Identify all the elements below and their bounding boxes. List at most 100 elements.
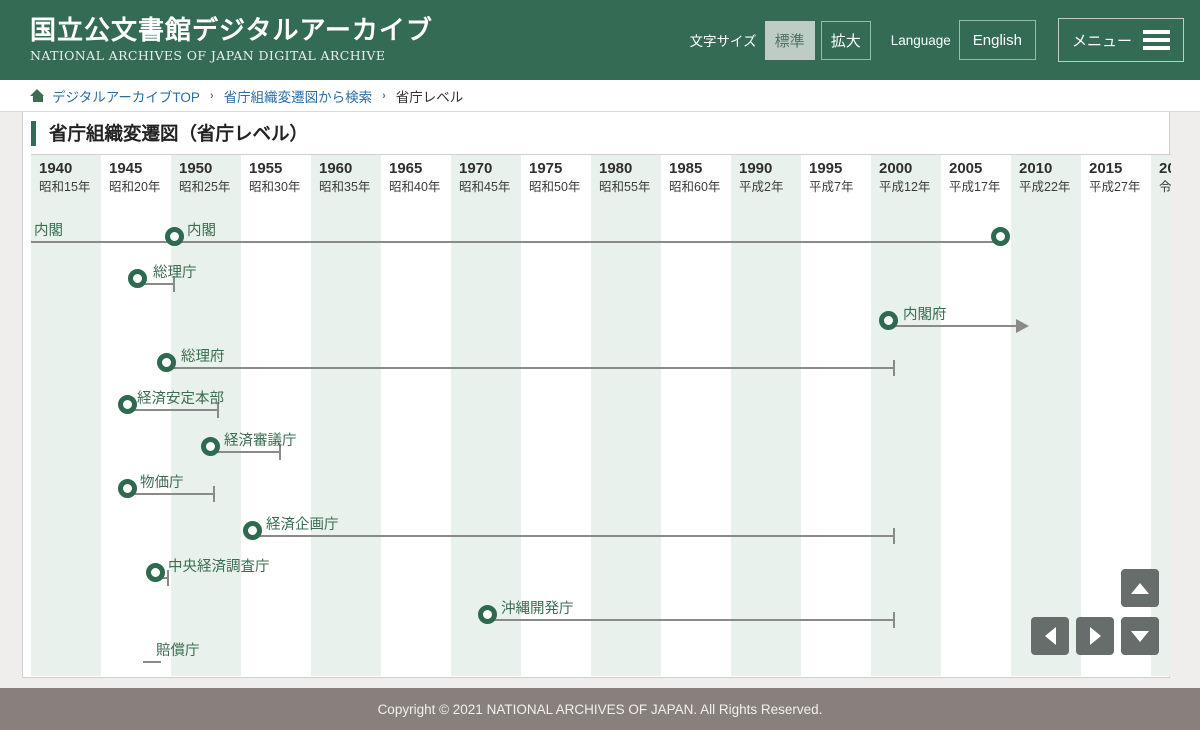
copyright-text: Copyright © 2021 NATIONAL ARCHIVES OF JA… bbox=[377, 701, 823, 717]
scroll-down-button[interactable] bbox=[1121, 617, 1159, 655]
year-western: 1945 bbox=[109, 160, 143, 177]
timeline-entry-label[interactable]: 経済審議庁 bbox=[224, 429, 297, 450]
year-western: 2015 bbox=[1089, 160, 1123, 177]
year-column-header: 2020 令和2年 bbox=[1151, 155, 1171, 204]
year-column-header: 1960 昭和35年 bbox=[311, 155, 381, 204]
year-column-header: 2000 平成12年 bbox=[871, 155, 941, 204]
year-column-header: 1970 昭和45年 bbox=[451, 155, 521, 204]
timeline-entry-label[interactable]: 中央経済調査庁 bbox=[168, 555, 270, 576]
timeline-entry-label[interactable]: 経済安定本部 bbox=[137, 387, 224, 408]
timeline-entry-line bbox=[257, 535, 893, 537]
timeline-entry-line bbox=[143, 661, 161, 663]
title-accent-bar bbox=[31, 120, 36, 146]
year-western: 1940 bbox=[39, 160, 73, 177]
timeline-entry-line bbox=[131, 409, 217, 411]
year-column-header: 2005 平成17年 bbox=[941, 155, 1011, 204]
chevron-down-icon bbox=[1131, 630, 1149, 642]
hamburger-icon bbox=[1143, 30, 1170, 50]
timeline-entry-line bbox=[131, 493, 213, 495]
breadcrumb-separator-icon: › bbox=[209, 89, 214, 102]
year-column-header: 1965 昭和40年 bbox=[381, 155, 451, 204]
year-western: 2005 bbox=[949, 160, 983, 177]
timeline-event-node[interactable] bbox=[157, 353, 176, 372]
menu-button[interactable]: メニュー bbox=[1057, 18, 1184, 62]
brand-title-en: NATIONAL ARCHIVES OF JAPAN DIGITAL ARCHI… bbox=[30, 47, 386, 63]
year-western: 1950 bbox=[179, 160, 213, 177]
year-column-header: 1940 昭和15年 bbox=[31, 155, 101, 204]
chevron-up-icon bbox=[1131, 582, 1149, 594]
timeline-event-node[interactable] bbox=[478, 605, 497, 624]
timeline-scroll-viewport[interactable]: 1940 昭和15年 1945 昭和20年 1950 昭和25年 1955 昭和30年 1960… bbox=[31, 154, 1171, 676]
page-title-row: 省庁組織変遷図（省庁レベル） bbox=[23, 112, 1169, 154]
scroll-right-button[interactable] bbox=[1076, 617, 1114, 655]
year-western: 1990 bbox=[739, 160, 773, 177]
year-japanese-era: 昭和40年 bbox=[389, 179, 441, 194]
year-column-header: 2010 平成22年 bbox=[1011, 155, 1081, 204]
year-japanese-era: 平成22年 bbox=[1019, 179, 1071, 194]
timeline-end-cap bbox=[893, 360, 895, 376]
breadcrumb-item-top[interactable]: デジタルアーカイブTOP bbox=[52, 86, 200, 106]
text-size-standard-button[interactable]: 標準 bbox=[764, 20, 815, 60]
timeline-event-node[interactable] bbox=[146, 563, 165, 582]
year-japanese-era: 平成2年 bbox=[739, 179, 784, 194]
timeline-event-node[interactable] bbox=[128, 269, 147, 288]
home-icon bbox=[30, 89, 45, 102]
year-japanese-era: 昭和50年 bbox=[529, 179, 581, 194]
year-column-header: 1980 昭和55年 bbox=[591, 155, 661, 204]
timeline-event-node[interactable] bbox=[118, 479, 137, 498]
site-footer: Copyright © 2021 NATIONAL ARCHIVES OF JA… bbox=[0, 688, 1200, 730]
timeline-entry-label[interactable]: 総理庁 bbox=[153, 261, 197, 282]
timeline-event-node[interactable] bbox=[118, 395, 137, 414]
timeline-entry-label[interactable]: 沖縄開発庁 bbox=[501, 597, 574, 618]
language-english-button[interactable]: English bbox=[958, 20, 1036, 60]
breadcrumb-item-search[interactable]: 省庁組織変遷図から検索 bbox=[224, 86, 373, 106]
year-western: 1965 bbox=[389, 160, 423, 177]
text-size-large-button[interactable]: 拡大 bbox=[820, 20, 871, 60]
year-column-header: 1985 昭和60年 bbox=[661, 155, 731, 204]
timeline-event-node[interactable] bbox=[991, 227, 1010, 246]
timeline-event-node[interactable] bbox=[879, 311, 898, 330]
year-japanese-era: 昭和60年 bbox=[669, 179, 721, 194]
page-title: 省庁組織変遷図（省庁レベル） bbox=[49, 123, 309, 144]
timeline-entry-label[interactable]: 物価庁 bbox=[140, 471, 184, 492]
language-label: Language bbox=[890, 32, 951, 48]
timeline-entry-line bbox=[492, 619, 893, 621]
timeline-end-cap bbox=[893, 528, 895, 544]
scroll-up-button[interactable] bbox=[1121, 569, 1159, 607]
year-western: 1970 bbox=[459, 160, 493, 177]
breadcrumb: デジタルアーカイブTOP › 省庁組織変遷図から検索 › 省庁レベル bbox=[0, 80, 1200, 112]
timeline-entry-label[interactable]: 賠償庁 bbox=[156, 639, 200, 660]
year-japanese-era: 平成17年 bbox=[949, 179, 1001, 194]
timeline-entry-label[interactable]: 経済企画庁 bbox=[266, 513, 339, 534]
year-column-header: 1990 平成2年 bbox=[731, 155, 801, 204]
timeline-entry-label[interactable]: 内閣 bbox=[34, 219, 63, 240]
breadcrumb-separator-icon: › bbox=[382, 89, 386, 102]
chevron-right-icon bbox=[1089, 627, 1101, 645]
timeline-end-cap bbox=[893, 612, 895, 628]
timeline-entry-label[interactable]: 内閣府 bbox=[903, 303, 947, 324]
chevron-left-icon bbox=[1044, 627, 1056, 645]
year-western: 2020 bbox=[1159, 160, 1171, 177]
timeline-nav-pad bbox=[1031, 569, 1159, 665]
year-japanese-era: 昭和25年 bbox=[179, 179, 231, 194]
timeline-entry-label[interactable]: 内閣 bbox=[187, 219, 216, 240]
year-column-header: 1975 昭和50年 bbox=[521, 155, 591, 204]
year-japanese-era: 平成27年 bbox=[1089, 179, 1141, 194]
timeline-entry-line bbox=[215, 451, 279, 453]
year-japanese-era: 平成7年 bbox=[809, 179, 854, 194]
year-western: 1955 bbox=[249, 160, 283, 177]
timeline-entry-line bbox=[171, 367, 893, 369]
year-column-header: 2015 平成27年 bbox=[1081, 155, 1151, 204]
timeline-event-node[interactable] bbox=[201, 437, 220, 456]
year-column-header: 1955 昭和30年 bbox=[241, 155, 311, 204]
site-brand[interactable]: 国立公文書館デジタルアーカイブ NATIONAL ARCHIVES OF JAP… bbox=[30, 18, 433, 63]
year-column-header: 1950 昭和25年 bbox=[171, 155, 241, 204]
timeline-event-node[interactable] bbox=[165, 227, 184, 246]
year-japanese-era: 昭和45年 bbox=[459, 179, 511, 194]
scroll-left-button[interactable] bbox=[1031, 617, 1069, 655]
year-western: 1960 bbox=[319, 160, 353, 177]
timeline-canvas: 1940 昭和15年 1945 昭和20年 1950 昭和25年 1955 昭和30年 1960… bbox=[31, 155, 1171, 676]
timeline-entry-label[interactable]: 総理府 bbox=[181, 345, 225, 366]
page-body: 省庁組織変遷図（省庁レベル） 1940 昭和15年 1945 昭和20年 1950 昭和2… bbox=[0, 112, 1200, 688]
timeline-event-node[interactable] bbox=[243, 521, 262, 540]
